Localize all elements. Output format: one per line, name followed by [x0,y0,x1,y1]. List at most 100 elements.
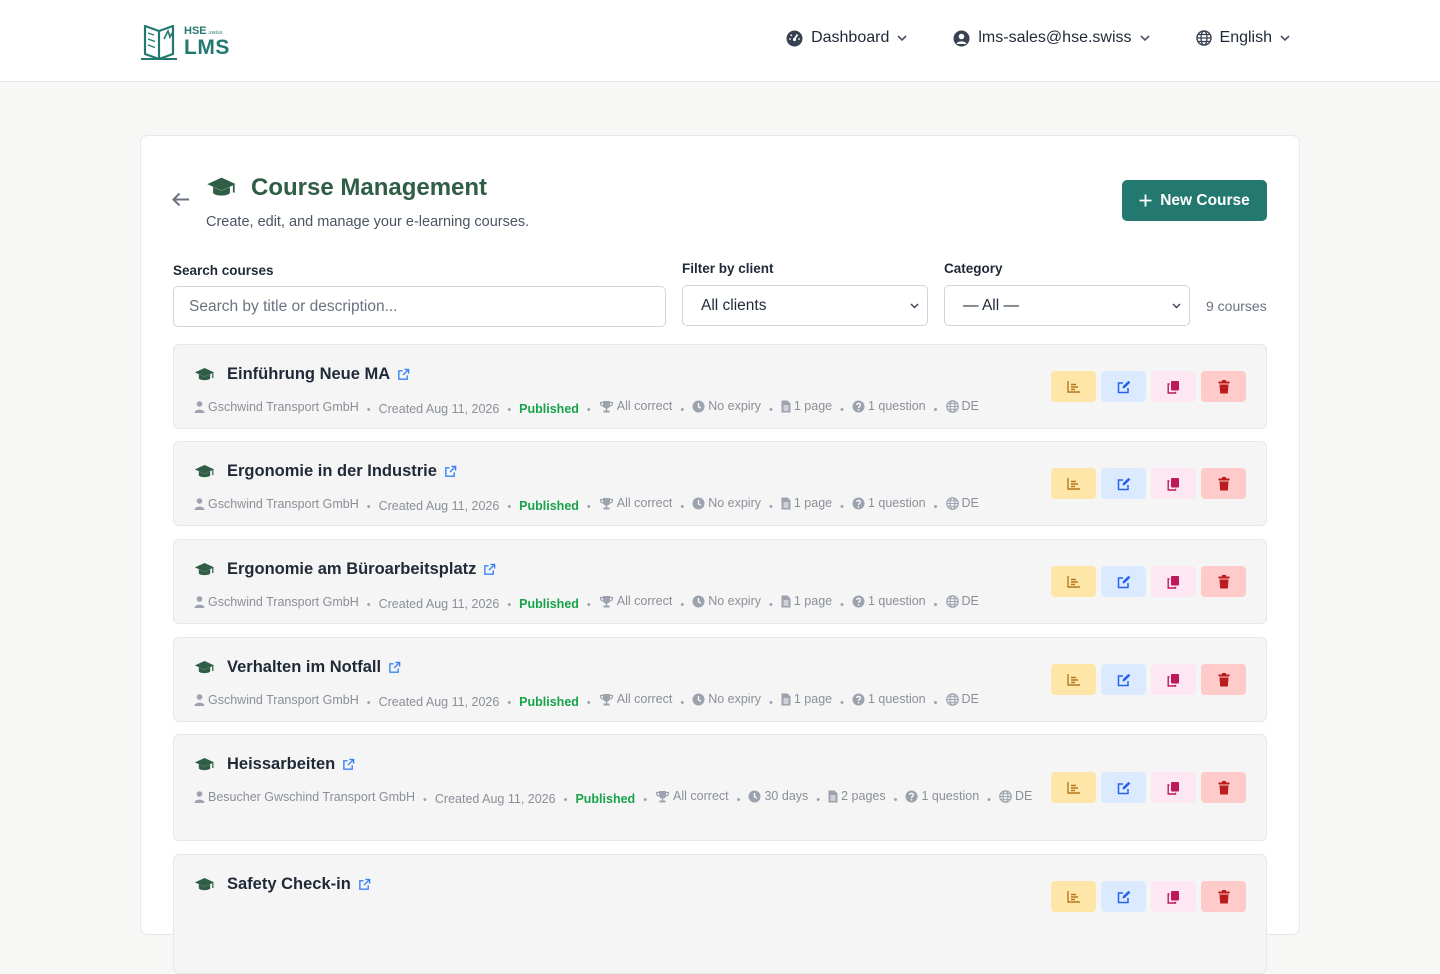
client-filter-label: Filter by client [682,261,774,276]
meta-separator: • [840,501,844,513]
statistics-button[interactable] [1051,772,1096,803]
external-link-icon[interactable] [397,368,410,381]
delete-button[interactable] [1201,664,1246,695]
account-menu[interactable]: lms-sales@hse.swiss [953,29,1150,47]
bar-chart-icon [1066,674,1080,686]
delete-button[interactable] [1201,468,1246,499]
course-passing-rule-text: All correct [616,399,673,413]
course-row[interactable]: Ergonomie am Büroarbeitsplatz Gschwind Tr… [173,539,1267,624]
bar-chart-icon [1066,891,1080,903]
course-page-count: 1 page [781,492,832,515]
external-link-icon[interactable] [388,661,401,674]
new-course-button[interactable]: New Course [1122,180,1267,221]
hse-lms-logo[interactable]: HSE .swiss LMS [140,22,230,62]
graduation-cap-icon [194,877,215,890]
statistics-button[interactable] [1051,566,1096,597]
trash-icon [1218,889,1229,903]
course-title-row: Ergonomie am Büroarbeitsplatz [194,560,496,579]
question-circle-icon [852,693,865,706]
duplicate-button[interactable] [1151,664,1196,695]
duplicate-button[interactable] [1151,371,1196,402]
statistics-button[interactable] [1051,371,1096,402]
course-expiry: 30 days [748,785,808,808]
statistics-button[interactable] [1051,664,1096,695]
statistics-button[interactable] [1051,468,1096,499]
course-language-text: DE [961,594,979,608]
globe-icon [999,790,1012,803]
external-link-icon[interactable] [342,758,355,771]
course-client: Gschwind Transport GmbH [194,396,359,419]
duplicate-button[interactable] [1151,566,1196,597]
search-input[interactable]: Search by title or description... [173,286,666,327]
course-actions [1051,371,1246,402]
course-created-date: Created Aug 11, 2026 [379,691,500,714]
course-row[interactable]: Ergonomie in der Industrie Gschwind Trans… [173,441,1267,526]
course-title[interactable]: Einführung Neue MA [227,365,390,384]
course-client-text: Besucher Gwschind Transport GmbH [208,789,416,804]
duplicate-button[interactable] [1151,468,1196,499]
course-expiry-text: No expiry [708,692,761,706]
course-title[interactable]: Verhalten im Notfall [227,658,381,677]
course-title[interactable]: Ergonomie in der Industrie [227,462,437,481]
copy-icon [1167,781,1179,795]
trash-icon [1218,780,1229,794]
globe-icon [945,693,959,706]
external-link-icon[interactable] [483,563,496,576]
question-circle-icon [852,497,865,510]
course-page-count: 2 pages [828,785,886,808]
course-created-date: Created Aug 11, 2026 [379,398,500,421]
meta-separator: • [769,599,773,611]
course-passing-rule: All correct [655,785,729,808]
trophy-icon [599,498,613,510]
edit-button[interactable] [1101,772,1146,803]
graduation-cap-icon [194,660,215,673]
globe-icon [945,595,959,608]
external-link-icon[interactable] [358,878,371,891]
file-icon [781,595,791,608]
course-question-count-text: 1 question [867,692,926,706]
delete-button[interactable] [1201,371,1246,402]
course-meta: Gschwind Transport GmbH • Created Aug 11, … [194,688,1044,715]
page-header: Course Management [206,174,487,202]
course-title[interactable]: Heissarbeiten [227,755,335,774]
edit-icon [1117,575,1130,588]
chevron-down-icon [897,34,907,41]
delete-button[interactable] [1201,772,1246,803]
edit-button[interactable] [1101,371,1146,402]
meta-separator: • [366,697,371,709]
trophy-icon [655,791,670,803]
trophy-icon [599,596,613,608]
edit-button[interactable] [1101,881,1146,912]
chevron-down-icon [1280,34,1290,41]
course-status-badge-text: Published [519,695,579,709]
edit-button[interactable] [1101,664,1146,695]
course-language: DE [945,395,979,418]
duplicate-button[interactable] [1151,881,1196,912]
category-label: Category [944,261,1003,276]
delete-button[interactable] [1201,566,1246,597]
course-expiry-text: No expiry [708,594,761,608]
course-row[interactable]: Einführung Neue MA Gschwind Transport Gmb… [173,344,1267,429]
course-row[interactable]: Safety Check-in [173,854,1267,974]
edit-button[interactable] [1101,468,1146,499]
page-subtitle: Create, edit, and manage your e-learning… [206,214,530,230]
course-row[interactable]: Heissarbeiten Besucher Gwschind Transport… [173,734,1267,841]
course-language-text: DE [1015,789,1033,803]
course-title[interactable]: Ergonomie am Büroarbeitsplatz [227,560,476,579]
copy-icon [1167,575,1179,589]
back-button[interactable] [172,192,190,212]
category-select[interactable]: — All — [944,285,1190,326]
course-expiry: No expiry [692,590,761,613]
language-menu[interactable]: English [1195,29,1290,47]
meta-separator: • [769,501,773,513]
external-link-icon[interactable] [444,465,457,478]
course-title[interactable]: Safety Check-in [227,875,351,894]
statistics-button[interactable] [1051,881,1096,912]
dashboard-menu[interactable]: Dashboard [786,29,907,47]
user-circle-icon [953,30,970,46]
client-filter-select[interactable]: All clients [682,285,928,326]
course-row[interactable]: Verhalten im Notfall Gschwind Transport G… [173,637,1267,722]
duplicate-button[interactable] [1151,772,1196,803]
edit-button[interactable] [1101,566,1146,597]
delete-button[interactable] [1201,881,1246,912]
